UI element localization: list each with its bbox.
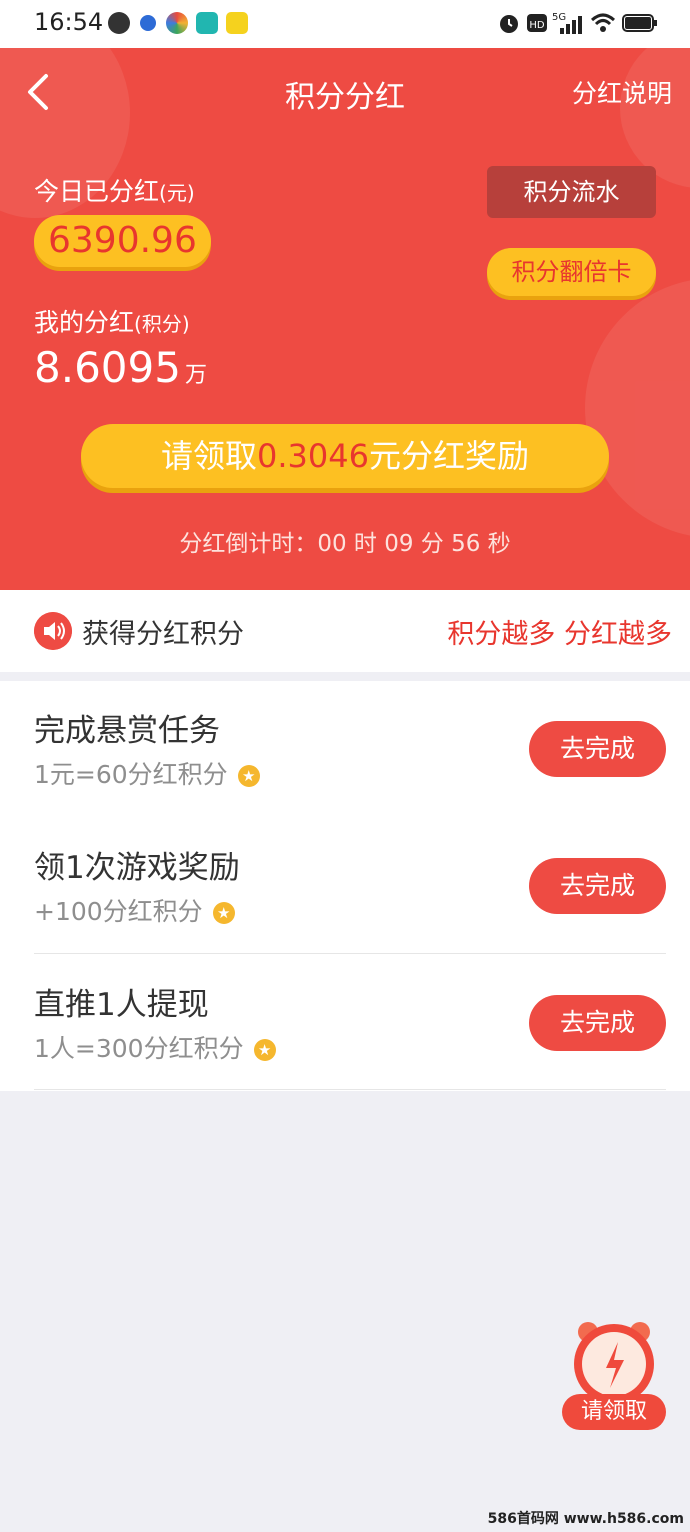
app-square-icon bbox=[196, 12, 218, 34]
svg-text:HD: HD bbox=[529, 20, 545, 31]
double-card-button[interactable]: 积分翻倍卡 bbox=[487, 248, 656, 296]
task-list: 完成悬赏任务 1元=60分红积分 ★ 去完成 领1次游戏奖励 +100分红积分 ★ … bbox=[0, 681, 690, 1091]
hand-icon bbox=[108, 12, 130, 34]
task-subtitle: +100分红积分 ★ bbox=[34, 892, 235, 928]
my-dividend-value: 8.6095 万 bbox=[34, 343, 207, 392]
task-item: 完成悬赏任务 1元=60分红积分 ★ 去完成 bbox=[0, 681, 690, 817]
task-title: 直推1人提现 bbox=[34, 987, 209, 1023]
divider bbox=[34, 953, 666, 954]
battery-icon bbox=[622, 14, 657, 32]
app-yellow-icon bbox=[226, 12, 248, 34]
claim-amount: 0.3046 bbox=[257, 437, 369, 475]
claim-reward-button[interactable]: 请领取0.3046元分红奖励 bbox=[81, 424, 609, 488]
task-title: 完成悬赏任务 bbox=[34, 713, 220, 749]
today-amount: 6390.96 bbox=[34, 215, 211, 267]
task-item: 领1次游戏奖励 +100分红积分 ★ 去完成 bbox=[0, 818, 690, 954]
status-time: 16:54 bbox=[34, 8, 104, 36]
task-subtitle: 1元=60分红积分 ★ bbox=[34, 755, 260, 791]
task-subtitle-text: 1元=60分红积分 bbox=[34, 760, 228, 789]
speaker-icon bbox=[34, 612, 72, 650]
signal-5g-icon: 5G bbox=[552, 12, 582, 34]
points-history-button[interactable]: 积分流水 bbox=[487, 166, 656, 218]
decor-circle bbox=[585, 278, 690, 538]
dividend-countdown: 分红倒计时：00 时 09 分 56 秒 bbox=[179, 531, 511, 557]
go-complete-button[interactable]: 去完成 bbox=[529, 995, 666, 1051]
svg-text:5G: 5G bbox=[552, 12, 566, 23]
my-value-unit: 万 bbox=[184, 363, 207, 388]
go-complete-button[interactable]: 去完成 bbox=[529, 721, 666, 777]
today-unit: (元) bbox=[159, 181, 195, 205]
star-icon: ★ bbox=[212, 902, 235, 924]
dividend-header: 积分分红 分红说明 今日已分红(元) 6390.96 积分流水 积分翻倍卡 我的… bbox=[0, 48, 690, 590]
claim-prefix: 请领取 bbox=[161, 437, 258, 475]
go-complete-button[interactable]: 去完成 bbox=[529, 858, 666, 914]
task-subtitle-text: 1人=300分红积分 bbox=[34, 1034, 244, 1063]
paw-icon bbox=[140, 15, 156, 31]
claim-suffix: 元分红奖励 bbox=[368, 437, 529, 475]
alarm-icon bbox=[500, 15, 518, 33]
hd-icon: HD bbox=[527, 14, 547, 32]
today-label-text: 今日已分红 bbox=[34, 177, 160, 206]
my-value-number: 8.6095 bbox=[34, 343, 181, 392]
status-bar: 16:54 HD 5G bbox=[0, 0, 690, 48]
star-icon: ★ bbox=[237, 765, 260, 787]
slogan-text: 积分越多 分红越多 bbox=[447, 619, 672, 650]
floating-claim-label: 请领取 bbox=[562, 1394, 666, 1430]
task-title: 领1次游戏奖励 bbox=[34, 850, 240, 886]
today-dividend-label: 今日已分红(元) bbox=[34, 172, 195, 208]
floating-claim-widget[interactable]: 请领取 bbox=[560, 1318, 668, 1432]
task-subtitle: 1人=300分红积分 ★ bbox=[34, 1029, 276, 1065]
my-label-text: 我的分红 bbox=[34, 308, 135, 337]
task-subtitle-text: +100分红积分 bbox=[34, 897, 203, 926]
divider bbox=[34, 1089, 666, 1090]
watermark: 586首码网 www.h586.com bbox=[487, 1511, 684, 1527]
my-unit: (积分) bbox=[134, 312, 190, 336]
app-swirl-icon bbox=[166, 12, 188, 34]
star-icon: ★ bbox=[253, 1039, 276, 1061]
earn-points-label: 获得分红积分 bbox=[82, 619, 244, 650]
wifi-icon bbox=[590, 13, 616, 32]
my-dividend-label: 我的分红(积分) bbox=[34, 303, 190, 339]
dividend-info-link[interactable]: 分红说明 bbox=[572, 74, 672, 110]
task-item: 直推1人提现 1人=300分红积分 ★ 去完成 bbox=[0, 955, 690, 1091]
earn-points-bar: 获得分红积分 积分越多 分红越多 bbox=[0, 590, 690, 672]
